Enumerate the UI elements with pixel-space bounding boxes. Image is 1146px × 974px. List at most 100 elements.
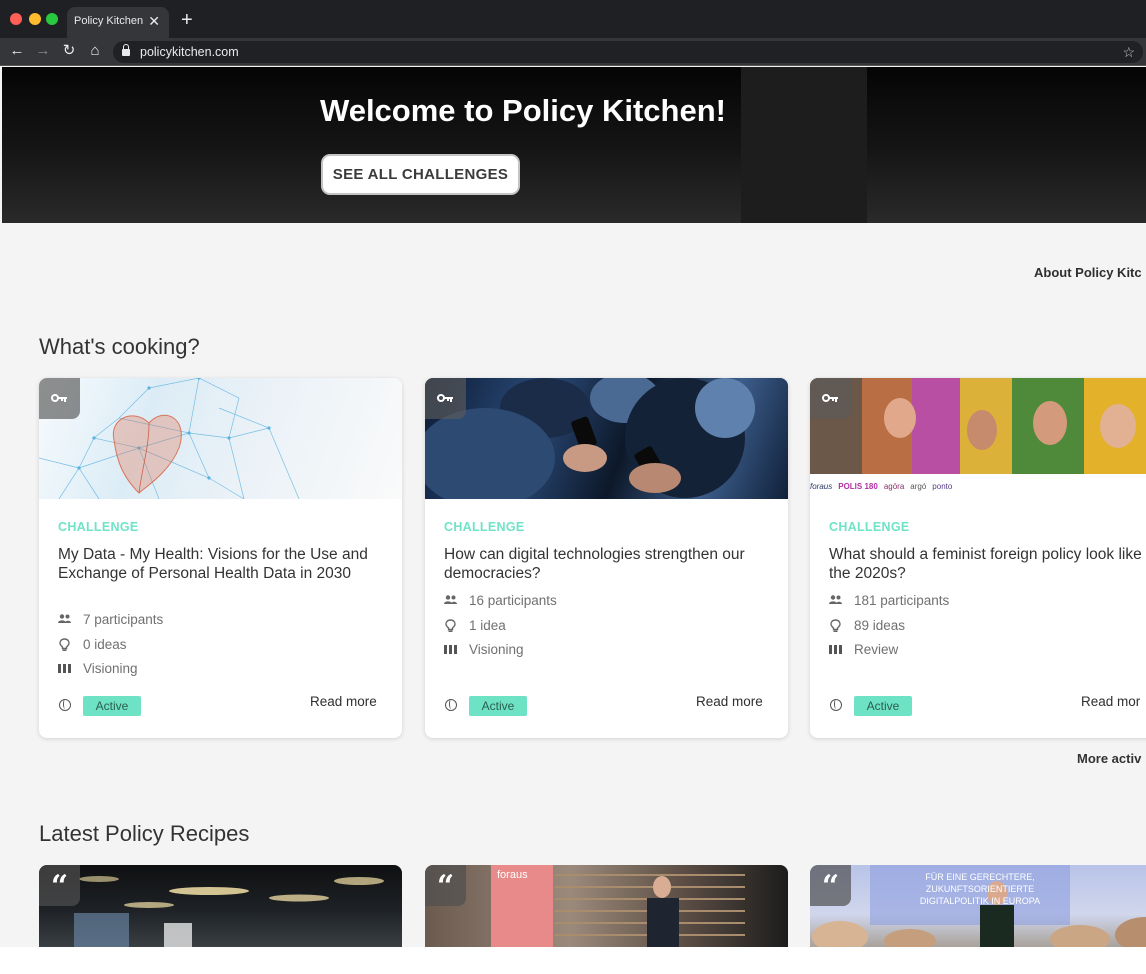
agora-logo: agöra xyxy=(883,482,905,491)
key-icon xyxy=(437,393,455,403)
lightbulb-icon xyxy=(58,638,71,652)
key-icon xyxy=(51,393,69,403)
conference-hall-photo xyxy=(74,876,384,947)
quote-icon: “ xyxy=(810,865,851,906)
browser-titlebar: Policy Kitchen ✕ + xyxy=(0,0,1146,38)
tab-title: Policy Kitchen xyxy=(74,15,144,27)
card-title[interactable]: My Data - My Health: Visions for the Use… xyxy=(58,545,388,583)
health-network-illustration xyxy=(39,378,300,499)
key-icon xyxy=(822,393,840,403)
key-badge xyxy=(39,378,80,419)
browser-window: Policy Kitchen ✕ + ← → ↻ ⌂ policykitchen… xyxy=(0,0,1146,974)
ideas-row: 1 idea xyxy=(444,617,506,633)
tab-close-icon[interactable]: ✕ xyxy=(148,7,160,36)
ideas-count: 89 ideas xyxy=(854,617,906,633)
hero-title: Welcome to Policy Kitchen! xyxy=(320,93,726,128)
phase-row: Visioning xyxy=(444,641,524,657)
card-type-label: CHALLENGE xyxy=(444,520,525,534)
phase-row: Visioning xyxy=(58,660,138,676)
portrait-collage-image xyxy=(810,378,1146,499)
phase-columns-icon xyxy=(829,643,842,655)
status-badge: Active xyxy=(469,696,527,716)
argo-logo: argó xyxy=(910,482,927,491)
back-arrow-icon[interactable]: ← xyxy=(7,41,27,61)
participants-icon xyxy=(444,594,457,606)
participants-icon xyxy=(58,613,71,625)
participants-count: 16 participants xyxy=(469,592,557,608)
card-type-label: CHALLENGE xyxy=(829,520,910,534)
read-more-link[interactable]: Read more xyxy=(310,694,377,709)
challenge-card[interactable]: CHALLENGE How can digital technologies s… xyxy=(425,378,788,738)
partner-logos: foraus POLIS 180 agöra argó ponto xyxy=(810,482,970,496)
polis180-logo: POLIS 180 xyxy=(838,482,878,491)
ideas-row: 89 ideas xyxy=(829,617,905,633)
phase-columns-icon xyxy=(444,643,457,655)
window-zoom-button[interactable] xyxy=(46,13,58,25)
foraus-logo: foraus xyxy=(497,869,528,881)
participants-row: 7 participants xyxy=(58,611,163,627)
ponto-logo: ponto xyxy=(932,482,953,491)
ideas-count: 1 idea xyxy=(469,617,506,633)
ideas-count: 0 ideas xyxy=(83,636,127,652)
window-minimize-button[interactable] xyxy=(29,13,41,25)
participants-icon xyxy=(829,594,842,606)
more-activities-link[interactable]: More activ xyxy=(1077,751,1141,766)
foraus-logo: foraus xyxy=(810,482,833,491)
participants-count: 181 participants xyxy=(854,592,950,608)
about-link[interactable]: About Policy Kitc xyxy=(1034,265,1142,280)
globe-icon xyxy=(59,699,71,711)
lightbulb-icon xyxy=(444,619,457,633)
reload-icon[interactable]: ↻ xyxy=(59,41,79,61)
participants-row: 181 participants xyxy=(829,592,949,608)
challenge-card[interactable]: foraus POLIS 180 agöra argó ponto CHALLENGE … xyxy=(810,378,1146,738)
hero-background-panel xyxy=(741,67,867,223)
key-badge xyxy=(425,378,466,419)
status-badge: Active xyxy=(83,696,141,716)
recipe-card[interactable]: Für eine gerechtere, zukunftsorientierte… xyxy=(810,865,1146,947)
browser-tab[interactable]: Policy Kitchen ✕ xyxy=(67,7,169,38)
speaker-on-stage-photo xyxy=(491,865,745,947)
new-tab-icon[interactable]: + xyxy=(181,9,193,31)
lock-icon xyxy=(122,44,130,56)
presentation-slide-text: Für eine gerechtere, zukunftsorientierte… xyxy=(919,872,1041,906)
window-bottom-edge xyxy=(0,947,1146,974)
phase-name: Review xyxy=(854,641,899,657)
quote-icon: “ xyxy=(39,865,80,906)
status-badge: Active xyxy=(854,696,912,716)
read-more-link[interactable]: Read mor xyxy=(1081,694,1140,709)
hero-banner: Welcome to Policy Kitchen! SEE ALL CHALL… xyxy=(2,67,1146,223)
card-type-label: CHALLENGE xyxy=(58,520,139,534)
participants-count: 7 participants xyxy=(83,611,164,627)
address-bar[interactable]: policykitchen.com ☆ xyxy=(113,41,1143,63)
challenge-card[interactable]: CHALLENGE My Data - My Health: Visions f… xyxy=(39,378,402,738)
window-close-button[interactable] xyxy=(10,13,22,25)
lightbulb-icon xyxy=(829,619,842,633)
quote-icon: “ xyxy=(425,865,466,906)
key-badge xyxy=(810,378,851,419)
card-image: foraus POLIS 180 agöra argó ponto xyxy=(810,378,1146,499)
whats-cooking-title: What's cooking? xyxy=(39,334,200,359)
phase-name: Visioning xyxy=(83,660,138,676)
card-title[interactable]: What should a feminist foreign policy lo… xyxy=(829,545,1146,583)
latest-policy-recipes-title: Latest Policy Recipes xyxy=(39,821,250,846)
card-image xyxy=(425,378,788,499)
ideas-row: 0 ideas xyxy=(58,636,127,652)
card-title[interactable]: How can digital technologies strengthen … xyxy=(444,545,774,583)
see-all-challenges-button[interactable]: SEE ALL CHALLENGES xyxy=(321,154,520,195)
recipe-card[interactable]: “ xyxy=(39,865,402,947)
recipe-card[interactable]: foraus “ xyxy=(425,865,788,947)
home-icon[interactable]: ⌂ xyxy=(85,41,105,61)
participants-row: 16 participants xyxy=(444,592,557,608)
phase-name: Visioning xyxy=(469,641,524,657)
forward-arrow-icon[interactable]: → xyxy=(33,41,53,61)
url-text: policykitchen.com xyxy=(140,45,239,59)
card-image xyxy=(39,378,402,499)
globe-icon xyxy=(830,699,842,711)
phase-row: Review xyxy=(829,641,898,657)
globe-icon xyxy=(445,699,457,711)
phase-columns-icon xyxy=(58,662,71,674)
read-more-link[interactable]: Read more xyxy=(696,694,763,709)
browser-toolbar: ← → ↻ ⌂ policykitchen.com ☆ xyxy=(0,38,1146,66)
people-with-phones-photo xyxy=(425,378,755,499)
bookmark-star-icon[interactable]: ☆ xyxy=(1122,41,1135,63)
